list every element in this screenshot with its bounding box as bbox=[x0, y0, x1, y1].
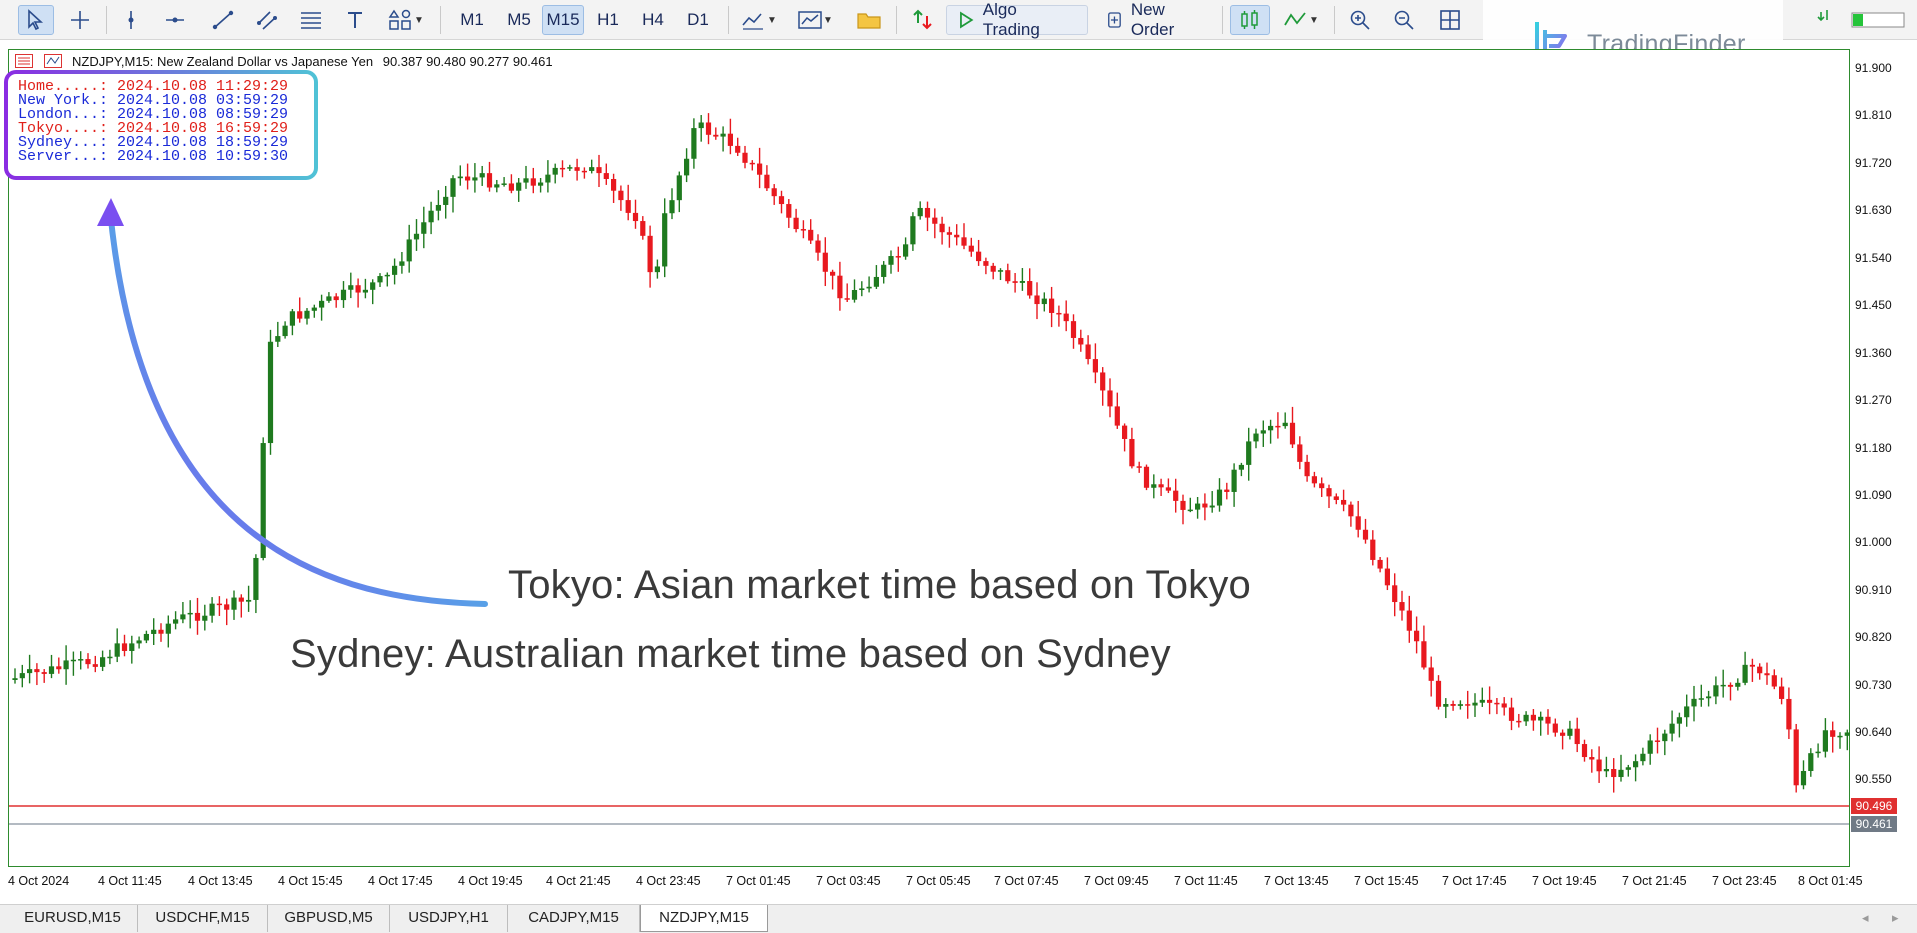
price-label: 90.820 bbox=[1855, 630, 1892, 644]
one-click-trading-icon[interactable] bbox=[906, 5, 940, 35]
time-label: 4 Oct 15:45 bbox=[278, 874, 343, 888]
chart-symbol-description: NZDJPY,M15: New Zealand Dollar vs Japane… bbox=[72, 54, 374, 69]
current-price-tag: 90.461 bbox=[1851, 816, 1897, 832]
new-order-label: New Order bbox=[1130, 0, 1175, 39]
new-order-button[interactable]: New Order bbox=[1096, 0, 1214, 39]
timeframe-h4-button[interactable]: H4 bbox=[632, 5, 674, 35]
templates-icon[interactable] bbox=[852, 5, 886, 35]
candlesticks-icon[interactable] bbox=[1230, 5, 1270, 35]
timeframe-h1-button[interactable]: H1 bbox=[588, 5, 628, 35]
time-label: 7 Oct 13:45 bbox=[1264, 874, 1329, 888]
chart-title: NZDJPY,M15: New Zealand Dollar vs Japane… bbox=[72, 54, 559, 69]
time-label: 4 Oct 23:45 bbox=[636, 874, 701, 888]
price-label: 91.720 bbox=[1855, 156, 1892, 170]
tab-cadjpy-m15[interactable]: CADJPY,M15 bbox=[508, 905, 640, 932]
bid-price-tag: 90.496 bbox=[1851, 798, 1897, 814]
tab-eurusd-m15[interactable]: EURUSD,M15 bbox=[8, 905, 138, 932]
fibonacci-icon[interactable] bbox=[294, 5, 328, 35]
price-label: 91.090 bbox=[1855, 488, 1892, 502]
tabs-scroll-right-icon[interactable]: ▸ bbox=[1892, 910, 1899, 926]
price-label: 90.640 bbox=[1855, 725, 1892, 739]
signal-level-icon bbox=[1812, 5, 1842, 35]
price-label: 91.540 bbox=[1855, 251, 1892, 265]
time-label: 7 Oct 07:45 bbox=[994, 874, 1059, 888]
connection-bar-icon bbox=[1848, 5, 1908, 35]
chart-menu-icon[interactable] bbox=[15, 54, 33, 68]
time-label: 7 Oct 21:45 bbox=[1622, 874, 1687, 888]
time-label: 7 Oct 15:45 bbox=[1354, 874, 1419, 888]
time-label: 7 Oct 11:45 bbox=[1174, 874, 1238, 888]
price-label: 91.450 bbox=[1855, 298, 1892, 312]
chart-indicator-icon[interactable] bbox=[44, 54, 62, 68]
world-clock-panel: Home.....: 2024.10.08 11:29:29 New York.… bbox=[4, 70, 318, 180]
text-tool-icon[interactable] bbox=[340, 5, 370, 35]
tab-usdjpy-h1[interactable]: USDJPY,H1 bbox=[390, 905, 508, 932]
tab-nzdjpy-m15[interactable]: NZDJPY,M15 bbox=[640, 905, 768, 932]
price-label: 91.270 bbox=[1855, 393, 1892, 407]
symbol-tabs: EURUSD,M15 USDCHF,M15 GBPUSD,M5 USDJPY,H… bbox=[0, 904, 1917, 933]
cursor-tool-icon[interactable] bbox=[18, 5, 54, 35]
price-label: 91.900 bbox=[1855, 61, 1892, 75]
tab-gbpusd-m5[interactable]: GBPUSD,M5 bbox=[268, 905, 390, 932]
zoom-in-icon[interactable] bbox=[1342, 5, 1378, 35]
price-label: 90.550 bbox=[1855, 772, 1892, 786]
crosshair-icon[interactable] bbox=[62, 5, 98, 35]
timeframe-d1-button[interactable]: D1 bbox=[678, 5, 718, 35]
zoom-out-icon[interactable] bbox=[1386, 5, 1422, 35]
time-label: 7 Oct 01:45 bbox=[726, 874, 791, 888]
time-label: 4 Oct 13:45 bbox=[188, 874, 253, 888]
time-label: 7 Oct 17:45 bbox=[1442, 874, 1507, 888]
indicators-icon[interactable]: ▼ bbox=[736, 5, 782, 35]
channel-icon[interactable] bbox=[250, 5, 284, 35]
vertical-line-icon[interactable] bbox=[116, 5, 146, 35]
price-label: 90.730 bbox=[1855, 678, 1892, 692]
annotation-tokyo: Tokyo: Asian market time based on Tokyo bbox=[508, 563, 1251, 607]
clock-label: Server...: bbox=[18, 148, 109, 165]
timeframe-m1-button[interactable]: M1 bbox=[452, 5, 492, 35]
new-order-icon bbox=[1108, 12, 1121, 28]
chart-type-icon[interactable]: ▼ bbox=[790, 5, 840, 35]
time-label: 4 Oct 21:45 bbox=[546, 874, 611, 888]
time-label: 4 Oct 17:45 bbox=[368, 874, 433, 888]
time-label: 7 Oct 09:45 bbox=[1084, 874, 1149, 888]
price-label: 91.000 bbox=[1855, 535, 1892, 549]
time-label: 4 Oct 2024 bbox=[8, 874, 70, 888]
timeframe-m5-button[interactable]: M5 bbox=[498, 5, 540, 35]
time-label: 7 Oct 23:45 bbox=[1712, 874, 1777, 888]
play-icon bbox=[960, 11, 974, 29]
time-label: 7 Oct 05:45 bbox=[906, 874, 971, 888]
price-label: 91.180 bbox=[1855, 441, 1892, 455]
time-label: 7 Oct 19:45 bbox=[1532, 874, 1597, 888]
time-label: 4 Oct 19:45 bbox=[458, 874, 523, 888]
line-chart-icon[interactable]: ▼ bbox=[1276, 5, 1326, 35]
grid-icon[interactable] bbox=[1432, 5, 1468, 35]
price-label: 91.630 bbox=[1855, 203, 1892, 217]
time-label: 8 Oct 01:45 bbox=[1798, 874, 1863, 888]
price-label: 91.360 bbox=[1855, 346, 1892, 360]
price-label: 91.810 bbox=[1855, 108, 1892, 122]
trendline-icon[interactable] bbox=[206, 5, 240, 35]
chart-ohlc: 90.387 90.480 90.277 90.461 bbox=[382, 54, 553, 69]
time-label: 4 Oct 11:45 bbox=[98, 874, 162, 888]
shapes-icon[interactable]: ▼ bbox=[382, 5, 430, 35]
tab-usdchf-m15[interactable]: USDCHF,M15 bbox=[138, 905, 268, 932]
tabs-scroll-left-icon[interactable]: ◂ bbox=[1862, 910, 1869, 926]
time-label: 7 Oct 03:45 bbox=[816, 874, 881, 888]
annotation-sydney: Sydney: Australian market time based on … bbox=[290, 632, 1171, 676]
price-label: 90.910 bbox=[1855, 583, 1892, 597]
clock-server: Server...: 2024.10.08 10:59:30 bbox=[18, 148, 289, 165]
clock-value: 2024.10.08 10:59:30 bbox=[117, 148, 289, 165]
timeframe-m15-button[interactable]: M15 bbox=[542, 5, 584, 35]
horizontal-line-icon[interactable] bbox=[160, 5, 190, 35]
algo-trading-button[interactable]: Algo Trading bbox=[946, 0, 1088, 39]
algo-trading-label: Algo Trading bbox=[982, 0, 1040, 39]
